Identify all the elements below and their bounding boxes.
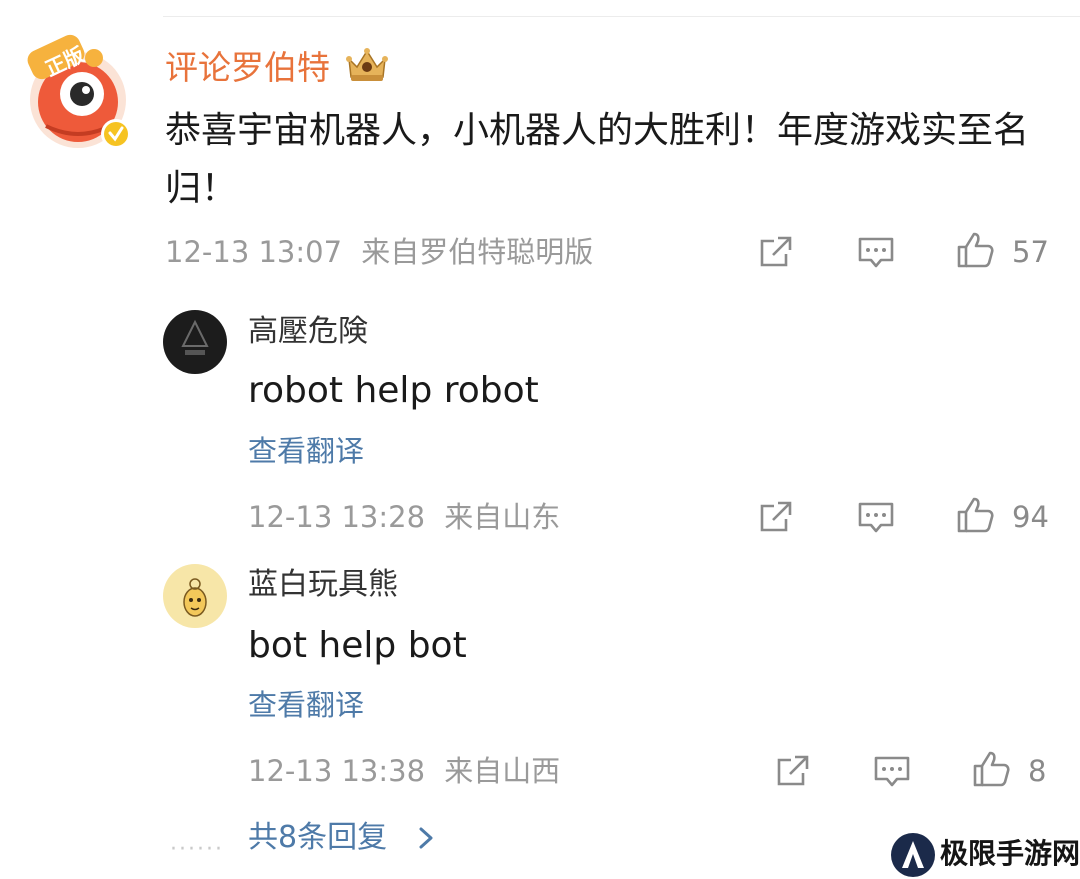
comment-time: 12-13 13:07 [165, 235, 343, 269]
more-replies-link[interactable]: 共8条回复 [248, 818, 387, 858]
reply-source: 来自山东 [444, 500, 561, 534]
watermark: 极限手游网 [890, 830, 1080, 879]
like-icon[interactable] [955, 495, 995, 535]
comment-icon[interactable] [872, 751, 912, 791]
reply-source: 来自山西 [444, 754, 561, 788]
reply-text: bot help bot [248, 625, 467, 666]
thread-dots: ······ [170, 837, 224, 862]
watermark-text: 极限手游网 [940, 837, 1080, 870]
comment-meta: 12-13 13:07 来自罗伯特聪明版 [165, 234, 593, 270]
like-count: 57 [1012, 235, 1049, 269]
reply-author[interactable]: 蓝白玩具熊 [248, 565, 398, 605]
reply-text: robot help robot [248, 370, 539, 411]
comment-source: 来自罗伯特聪明版 [361, 235, 594, 269]
reply-author[interactable]: 高壓危険 [248, 312, 368, 352]
like-icon[interactable] [971, 749, 1011, 789]
comment-icon[interactable] [856, 232, 896, 272]
divider [163, 16, 1080, 17]
like-icon[interactable] [955, 230, 995, 270]
comment-thread: 正版 评论罗伯特 恭喜宇宙机器人，小机器人的大胜利！年度游戏实至名归！ 12-1… [0, 0, 1080, 879]
translate-link[interactable]: 查看翻译 [248, 686, 364, 724]
avatar[interactable]: 正版 [24, 30, 136, 150]
reply-meta: 12-13 13:28 来自山东 [248, 499, 560, 535]
share-icon[interactable] [756, 497, 796, 537]
share-icon[interactable] [756, 232, 796, 272]
watermark-logo [890, 832, 936, 878]
avatar[interactable] [163, 564, 227, 628]
crown-icon [343, 45, 391, 85]
chevron-right-icon[interactable] [414, 824, 438, 852]
comment-text: 恭喜宇宙机器人，小机器人的大胜利！年度游戏实至名归！ [165, 110, 1030, 209]
avatar[interactable] [163, 310, 227, 374]
like-count: 94 [1012, 500, 1049, 534]
comment-author[interactable]: 评论罗伯特 [165, 46, 330, 90]
reply-time: 12-13 13:38 [248, 754, 426, 788]
comment-icon[interactable] [856, 497, 896, 537]
like-count: 8 [1028, 754, 1047, 788]
reply-meta: 12-13 13:38 来自山西 [248, 753, 560, 789]
share-icon[interactable] [773, 751, 813, 791]
translate-link[interactable]: 查看翻译 [248, 432, 364, 470]
reply-time: 12-13 13:28 [248, 500, 426, 534]
